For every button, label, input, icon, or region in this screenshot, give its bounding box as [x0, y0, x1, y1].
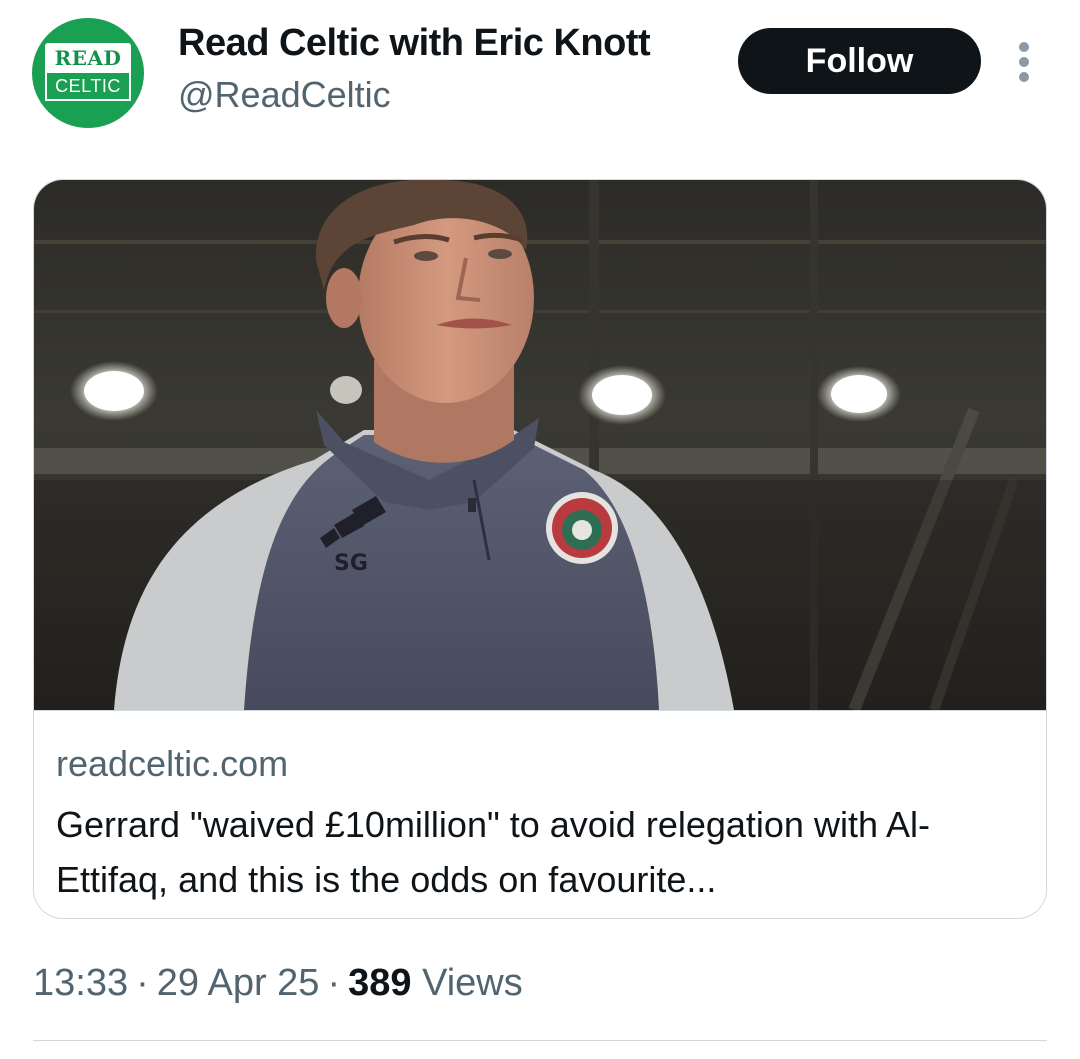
card-domain: readceltic.com — [56, 743, 289, 784]
follow-button[interactable]: Follow — [738, 28, 981, 94]
profile-avatar[interactable]: READ CELTIC — [32, 18, 144, 128]
divider — [33, 1040, 1047, 1041]
link-preview-card[interactable]: SG readceltic.com Gerrard "waived £10mil… — [33, 179, 1047, 919]
tweet-meta: 13:33 · 29 Apr 25 · 389 Views — [33, 962, 523, 1005]
more-vertical-icon[interactable] — [1010, 42, 1038, 82]
views-count[interactable]: 389 — [348, 962, 411, 1004]
views-label[interactable]: Views — [422, 962, 523, 1004]
jacket-monogram: SG — [334, 551, 368, 576]
article-image: SG — [34, 180, 1046, 710]
meta-separator: · — [136, 962, 149, 1004]
read-celtic-logo: READ CELTIC — [45, 43, 131, 103]
logo-bottom-text: CELTIC — [45, 73, 131, 101]
tweet-time[interactable]: 13:33 — [33, 962, 128, 1004]
logo-top-text: READ — [45, 43, 131, 73]
card-text-area[interactable]: readceltic.com Gerrard "waived £10millio… — [34, 710, 1046, 918]
card-headline: Gerrard "waived £10million" to avoid rel… — [56, 804, 930, 900]
account-handle[interactable]: @ReadCeltic — [178, 74, 391, 116]
meta-separator: · — [327, 962, 341, 1004]
tweet-date[interactable]: 29 Apr 25 — [157, 962, 320, 1004]
account-display-name[interactable]: Read Celtic with Eric Knott — [178, 22, 651, 65]
